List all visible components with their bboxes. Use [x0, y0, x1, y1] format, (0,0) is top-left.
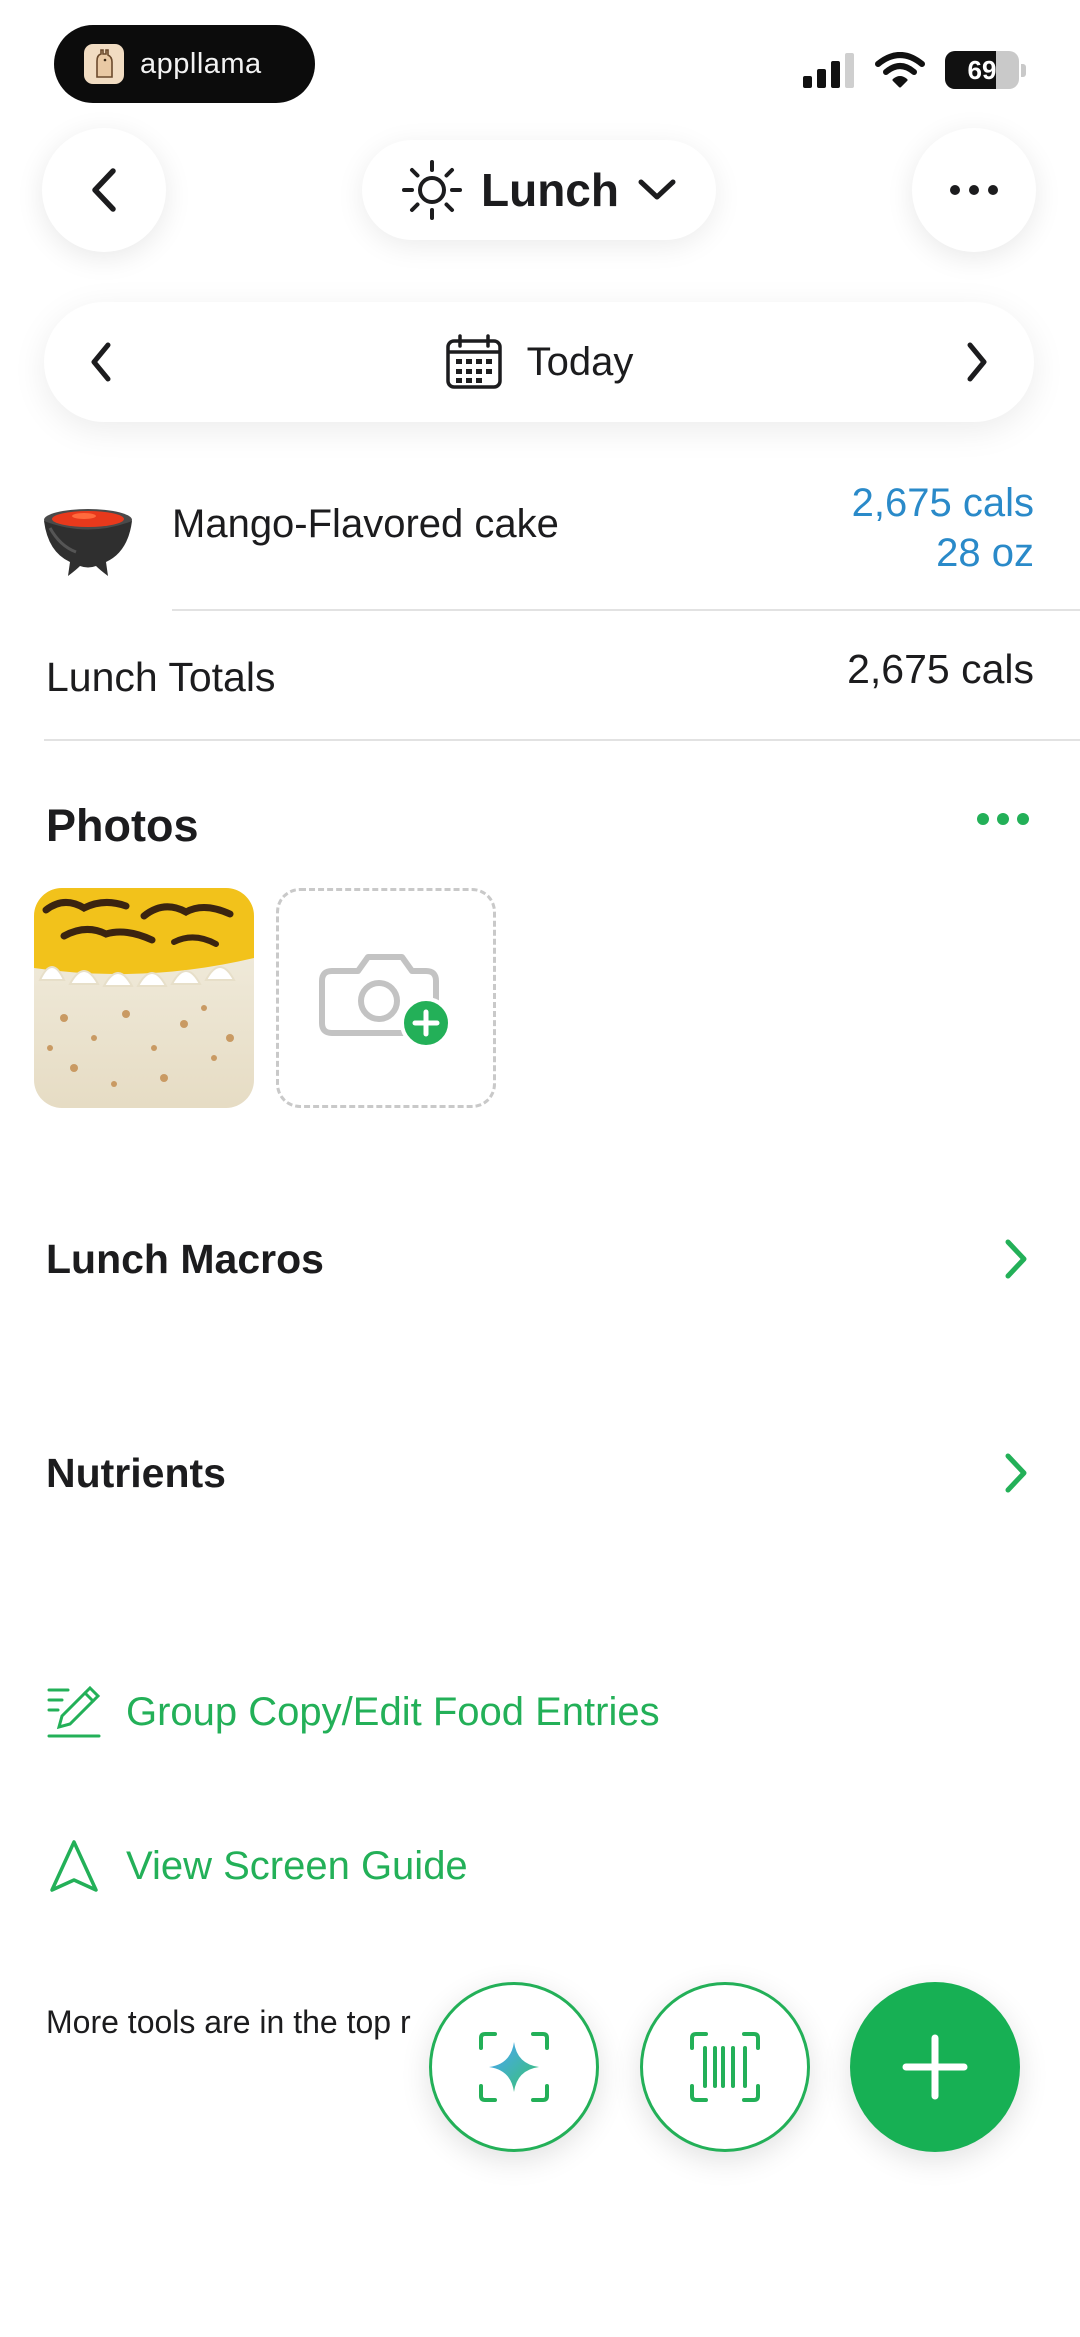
view-screen-guide-link[interactable]: View Screen Guide	[46, 1838, 468, 1894]
photos-more-button[interactable]	[976, 812, 1030, 831]
lunch-macros-row[interactable]: Lunch Macros	[0, 1210, 1080, 1310]
meal-label: Lunch	[481, 164, 619, 216]
food-name: Mango-Flavored cake	[172, 502, 559, 546]
meal-selector[interactable]: Lunch	[362, 140, 716, 240]
add-food-button[interactable]	[850, 1982, 1020, 2152]
date-navigator: Today	[44, 302, 1034, 422]
sparkle-scan-icon	[479, 2032, 549, 2102]
totals-value: 2,675 cals	[847, 646, 1034, 692]
battery-indicator: 69	[945, 51, 1019, 89]
bowl-icon	[40, 502, 136, 587]
chevron-right-icon	[1002, 1452, 1030, 1499]
group-copy-edit-link[interactable]: Group Copy/Edit Food Entries	[46, 1684, 660, 1740]
calendar-icon	[445, 334, 502, 389]
chevron-right-icon	[1002, 1238, 1030, 1285]
ellipsis-icon	[950, 185, 998, 195]
more-options-button[interactable]	[912, 128, 1036, 252]
barcode-scan-icon	[690, 2032, 760, 2102]
food-amount: 28 oz	[936, 531, 1034, 575]
lunch-macros-label: Lunch Macros	[46, 1236, 324, 1282]
back-button[interactable]	[42, 128, 166, 252]
view-screen-guide-label: View Screen Guide	[126, 1843, 468, 1888]
date-label: Today	[526, 339, 634, 384]
add-photo-camera-icon	[319, 954, 452, 1049]
chevron-down-icon	[638, 179, 676, 200]
cake-photo-image	[34, 888, 254, 1108]
navigation-arrow-icon	[50, 1840, 98, 1892]
app-name: appllama	[140, 47, 262, 80]
app-pill: appllama	[54, 25, 315, 103]
wifi-icon	[875, 52, 925, 88]
footnote-text: More tools are in the top r	[46, 2004, 411, 2040]
food-calories-value: 2,675 cals	[851, 481, 1034, 525]
food-calories: 2,675 cals 28 oz	[852, 478, 1034, 578]
next-day-button[interactable]	[962, 340, 992, 389]
battery-nub	[1021, 63, 1026, 77]
llama-logo-icon	[84, 44, 124, 84]
nutrients-row[interactable]: Nutrients	[0, 1422, 1080, 1522]
status-icons: 69	[801, 48, 1026, 92]
plus-icon	[902, 2034, 968, 2100]
meal-photo-thumbnail[interactable]	[34, 888, 254, 1108]
photos-title: Photos	[46, 800, 199, 851]
signal-icon	[803, 53, 854, 88]
add-photo-button[interactable]	[276, 888, 496, 1108]
barcode-scan-button[interactable]	[640, 1982, 810, 2152]
divider	[172, 609, 1080, 611]
chevron-left-icon	[92, 168, 116, 212]
ai-scan-button[interactable]	[429, 1982, 599, 2152]
nutrients-label: Nutrients	[46, 1450, 226, 1496]
battery-percent: 69	[967, 54, 997, 85]
group-copy-edit-label: Group Copy/Edit Food Entries	[126, 1689, 660, 1734]
totals-label: Lunch Totals	[46, 654, 276, 700]
sun-icon	[402, 160, 462, 220]
edit-list-icon	[47, 1685, 101, 1738]
chevron-right-icon	[967, 342, 987, 382]
divider	[44, 739, 1080, 741]
ellipsis-icon	[977, 813, 1029, 825]
date-picker-button[interactable]: Today	[44, 302, 1034, 422]
